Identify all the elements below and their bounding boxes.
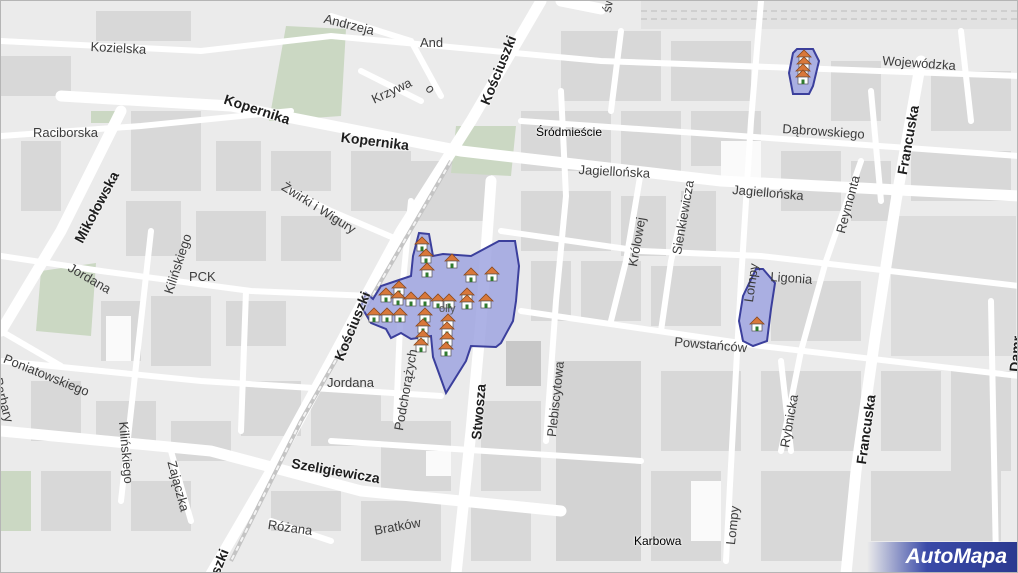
street-label-sw-partial: św bbox=[599, 0, 617, 14]
street-label-olly: olly bbox=[439, 303, 456, 315]
street-label-kozielska: Kozielska bbox=[90, 39, 147, 57]
street-label-ligonia: Ligonia bbox=[769, 269, 813, 287]
street-label-and-partial: And bbox=[420, 35, 444, 50]
map-view[interactable]: Kozielska Andrzeja And o Krzywa Kościusz… bbox=[0, 0, 1018, 573]
brand-logo[interactable]: AutoMapa bbox=[867, 542, 1017, 572]
street-label-raciborska: Raciborska bbox=[33, 125, 99, 140]
street-label-pck: PCK bbox=[189, 269, 216, 284]
street-label-damrota: Damr bbox=[1006, 335, 1018, 373]
rail-area bbox=[641, 1, 1017, 29]
neighbourhood-label: Karbowa bbox=[634, 534, 682, 548]
street-label-jordana-2: Jordana bbox=[327, 375, 374, 390]
map-canvas[interactable] bbox=[1, 1, 1018, 573]
district-label: Śródmieście bbox=[536, 125, 603, 139]
